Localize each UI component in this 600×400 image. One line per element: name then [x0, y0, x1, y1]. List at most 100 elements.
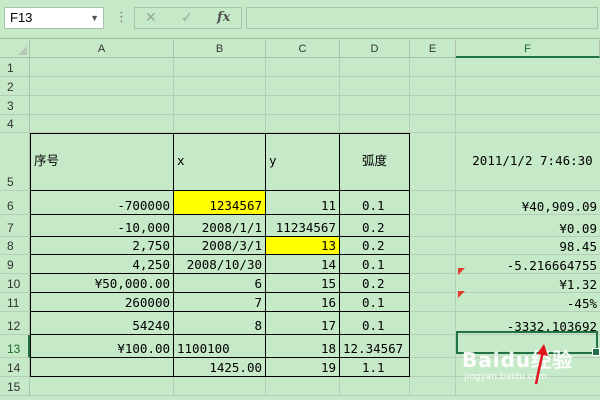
row-header-1[interactable]: 1	[0, 58, 30, 77]
cell-a13[interactable]: ¥100.00	[30, 335, 174, 358]
cell-b6[interactable]: 1234567	[174, 191, 266, 215]
cell-e11[interactable]	[410, 293, 456, 312]
cell-c11[interactable]: 16	[266, 293, 340, 312]
column-header-d[interactable]: D	[340, 40, 410, 58]
cell-a4[interactable]	[30, 115, 174, 133]
cell-c12[interactable]: 17	[266, 312, 340, 335]
cell-e1[interactable]	[410, 58, 456, 77]
cell-a7[interactable]: -10,000	[30, 215, 174, 237]
cell-e14[interactable]	[410, 358, 456, 377]
cell-a12[interactable]: 54240	[30, 312, 174, 335]
column-header-c[interactable]: C	[266, 40, 340, 58]
cell-d15[interactable]	[340, 377, 410, 396]
cell-d12[interactable]: 0.1	[340, 312, 410, 335]
chevron-down-icon[interactable]: ▼	[90, 8, 99, 28]
cell-a2[interactable]	[30, 77, 174, 96]
cell-e12[interactable]	[410, 312, 456, 335]
cell-e9[interactable]	[410, 255, 456, 274]
row-header-9[interactable]: 9	[0, 255, 30, 274]
cell-b7[interactable]: 2008/1/1	[174, 215, 266, 237]
row-header-5[interactable]: 5	[0, 133, 30, 191]
row-header-14[interactable]: 14	[0, 358, 30, 377]
cell-a8[interactable]: 2,750	[30, 237, 174, 255]
cell-b11[interactable]: 7	[174, 293, 266, 312]
row-header-12[interactable]: 12	[0, 312, 30, 335]
cell-d5[interactable]: 弧度	[340, 133, 410, 191]
cell-c13[interactable]: 18	[266, 335, 340, 358]
cell-e7[interactable]	[410, 215, 456, 237]
cell-e10[interactable]	[410, 274, 456, 293]
cell-b2[interactable]	[174, 77, 266, 96]
cell-d4[interactable]	[340, 115, 410, 133]
cell-f6[interactable]: ¥40,909.09	[456, 191, 600, 215]
cell-e6[interactable]	[410, 191, 456, 215]
cell-c14[interactable]: 19	[266, 358, 340, 377]
cell-d1[interactable]	[340, 58, 410, 77]
column-header-f[interactable]: F	[456, 40, 600, 58]
cell-b4[interactable]	[174, 115, 266, 133]
insert-function-icon[interactable]: fx	[217, 8, 230, 28]
cell-c7[interactable]: 11234567	[266, 215, 340, 237]
cell-c6[interactable]: 11	[266, 191, 340, 215]
cell-b10[interactable]: 6	[174, 274, 266, 293]
row-header-6[interactable]: 6	[0, 191, 30, 215]
cell-c10[interactable]: 15	[266, 274, 340, 293]
cell-f4[interactable]	[456, 115, 600, 133]
cell-a1[interactable]	[30, 58, 174, 77]
row-header-13[interactable]: 13	[0, 335, 30, 358]
cell-d3[interactable]	[340, 96, 410, 115]
cell-d9[interactable]: 0.1	[340, 255, 410, 274]
cell-b5[interactable]: x	[174, 133, 266, 191]
cell-f1[interactable]	[456, 58, 600, 77]
enter-check-icon[interactable]: ✓	[181, 8, 193, 28]
cell-a3[interactable]	[30, 96, 174, 115]
cell-a11[interactable]: 260000	[30, 293, 174, 312]
column-header-e[interactable]: E	[410, 40, 456, 58]
cell-f10[interactable]: ¥1.32	[456, 274, 600, 293]
cell-c8[interactable]: 13	[266, 237, 340, 255]
cell-a14[interactable]	[30, 358, 174, 377]
cell-c4[interactable]	[266, 115, 340, 133]
cell-d10[interactable]: 0.2	[340, 274, 410, 293]
cell-e8[interactable]	[410, 237, 456, 255]
name-box[interactable]: F13 ▼	[4, 7, 104, 29]
cell-d6[interactable]: 0.1	[340, 191, 410, 215]
cell-c15[interactable]	[266, 377, 340, 396]
cell-d14[interactable]: 1.1	[340, 358, 410, 377]
cell-e3[interactable]	[410, 96, 456, 115]
cell-a9[interactable]: 4,250	[30, 255, 174, 274]
cell-e13[interactable]	[410, 335, 456, 358]
cancel-icon[interactable]: ✕	[145, 8, 157, 28]
cell-d11[interactable]: 0.1	[340, 293, 410, 312]
cell-e2[interactable]	[410, 77, 456, 96]
cell-f7[interactable]: ¥0.09	[456, 215, 600, 237]
cell-c5[interactable]: y	[266, 133, 340, 191]
select-all-button[interactable]	[0, 40, 30, 58]
cell-b13[interactable]: 1100100	[174, 335, 266, 358]
formula-bar-separator[interactable]: ⋮	[115, 9, 128, 27]
cell-e4[interactable]	[410, 115, 456, 133]
cell-b3[interactable]	[174, 96, 266, 115]
cell-b14[interactable]: 1425.00	[174, 358, 266, 377]
column-header-b[interactable]: B	[174, 40, 266, 58]
row-header-11[interactable]: 11	[0, 293, 30, 312]
cell-c2[interactable]	[266, 77, 340, 96]
cell-b1[interactable]	[174, 58, 266, 77]
column-header-a[interactable]: A	[30, 40, 174, 58]
formula-input[interactable]	[246, 7, 598, 29]
row-header-7[interactable]: 7	[0, 215, 30, 237]
row-header-15[interactable]: 15	[0, 377, 30, 396]
row-header-3[interactable]: 3	[0, 96, 30, 115]
cell-c9[interactable]: 14	[266, 255, 340, 274]
cell-a5[interactable]: 序号	[30, 133, 174, 191]
row-header-2[interactable]: 2	[0, 77, 30, 96]
row-header-10[interactable]: 10	[0, 274, 30, 293]
cell-b8[interactable]: 2008/3/1	[174, 237, 266, 255]
cell-a6[interactable]: -700000	[30, 191, 174, 215]
cell-f3[interactable]	[456, 96, 600, 115]
cell-d8[interactable]: 0.2	[340, 237, 410, 255]
cell-d7[interactable]: 0.2	[340, 215, 410, 237]
cell-f5[interactable]: 2011/1/2 7:46:30	[456, 133, 600, 191]
cell-b12[interactable]: 8	[174, 312, 266, 335]
cell-d13[interactable]: 12.34567	[340, 335, 410, 358]
